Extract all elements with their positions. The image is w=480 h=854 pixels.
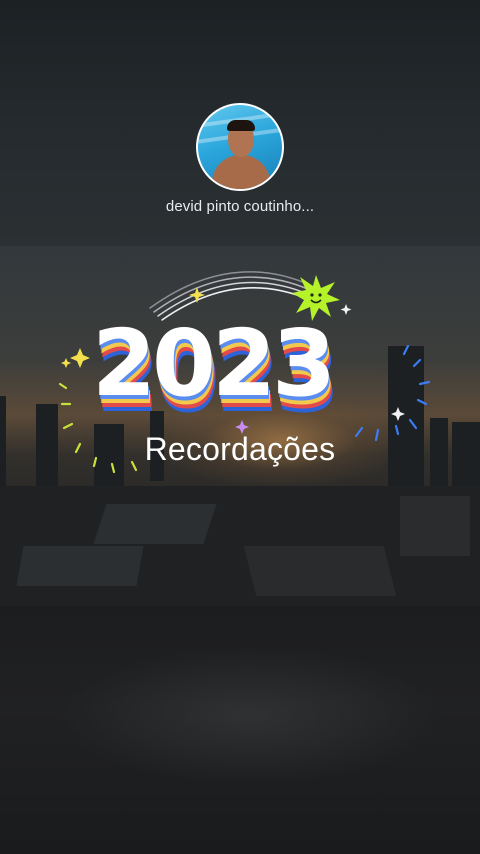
- year-text: 2023: [92, 310, 336, 417]
- year-title: 2023 2023 2023 2023 2023: [92, 318, 392, 426]
- username[interactable]: devid pinto coutinho...: [0, 198, 480, 215]
- blurred-bottom-area: [0, 606, 480, 854]
- avatar-hair: [227, 120, 255, 131]
- avatar[interactable]: [196, 103, 284, 191]
- avatar-shoulders: [212, 155, 270, 189]
- profile-header: devid pinto coutinho...: [0, 0, 480, 246]
- memories-subtitle: Recordações: [144, 431, 336, 467]
